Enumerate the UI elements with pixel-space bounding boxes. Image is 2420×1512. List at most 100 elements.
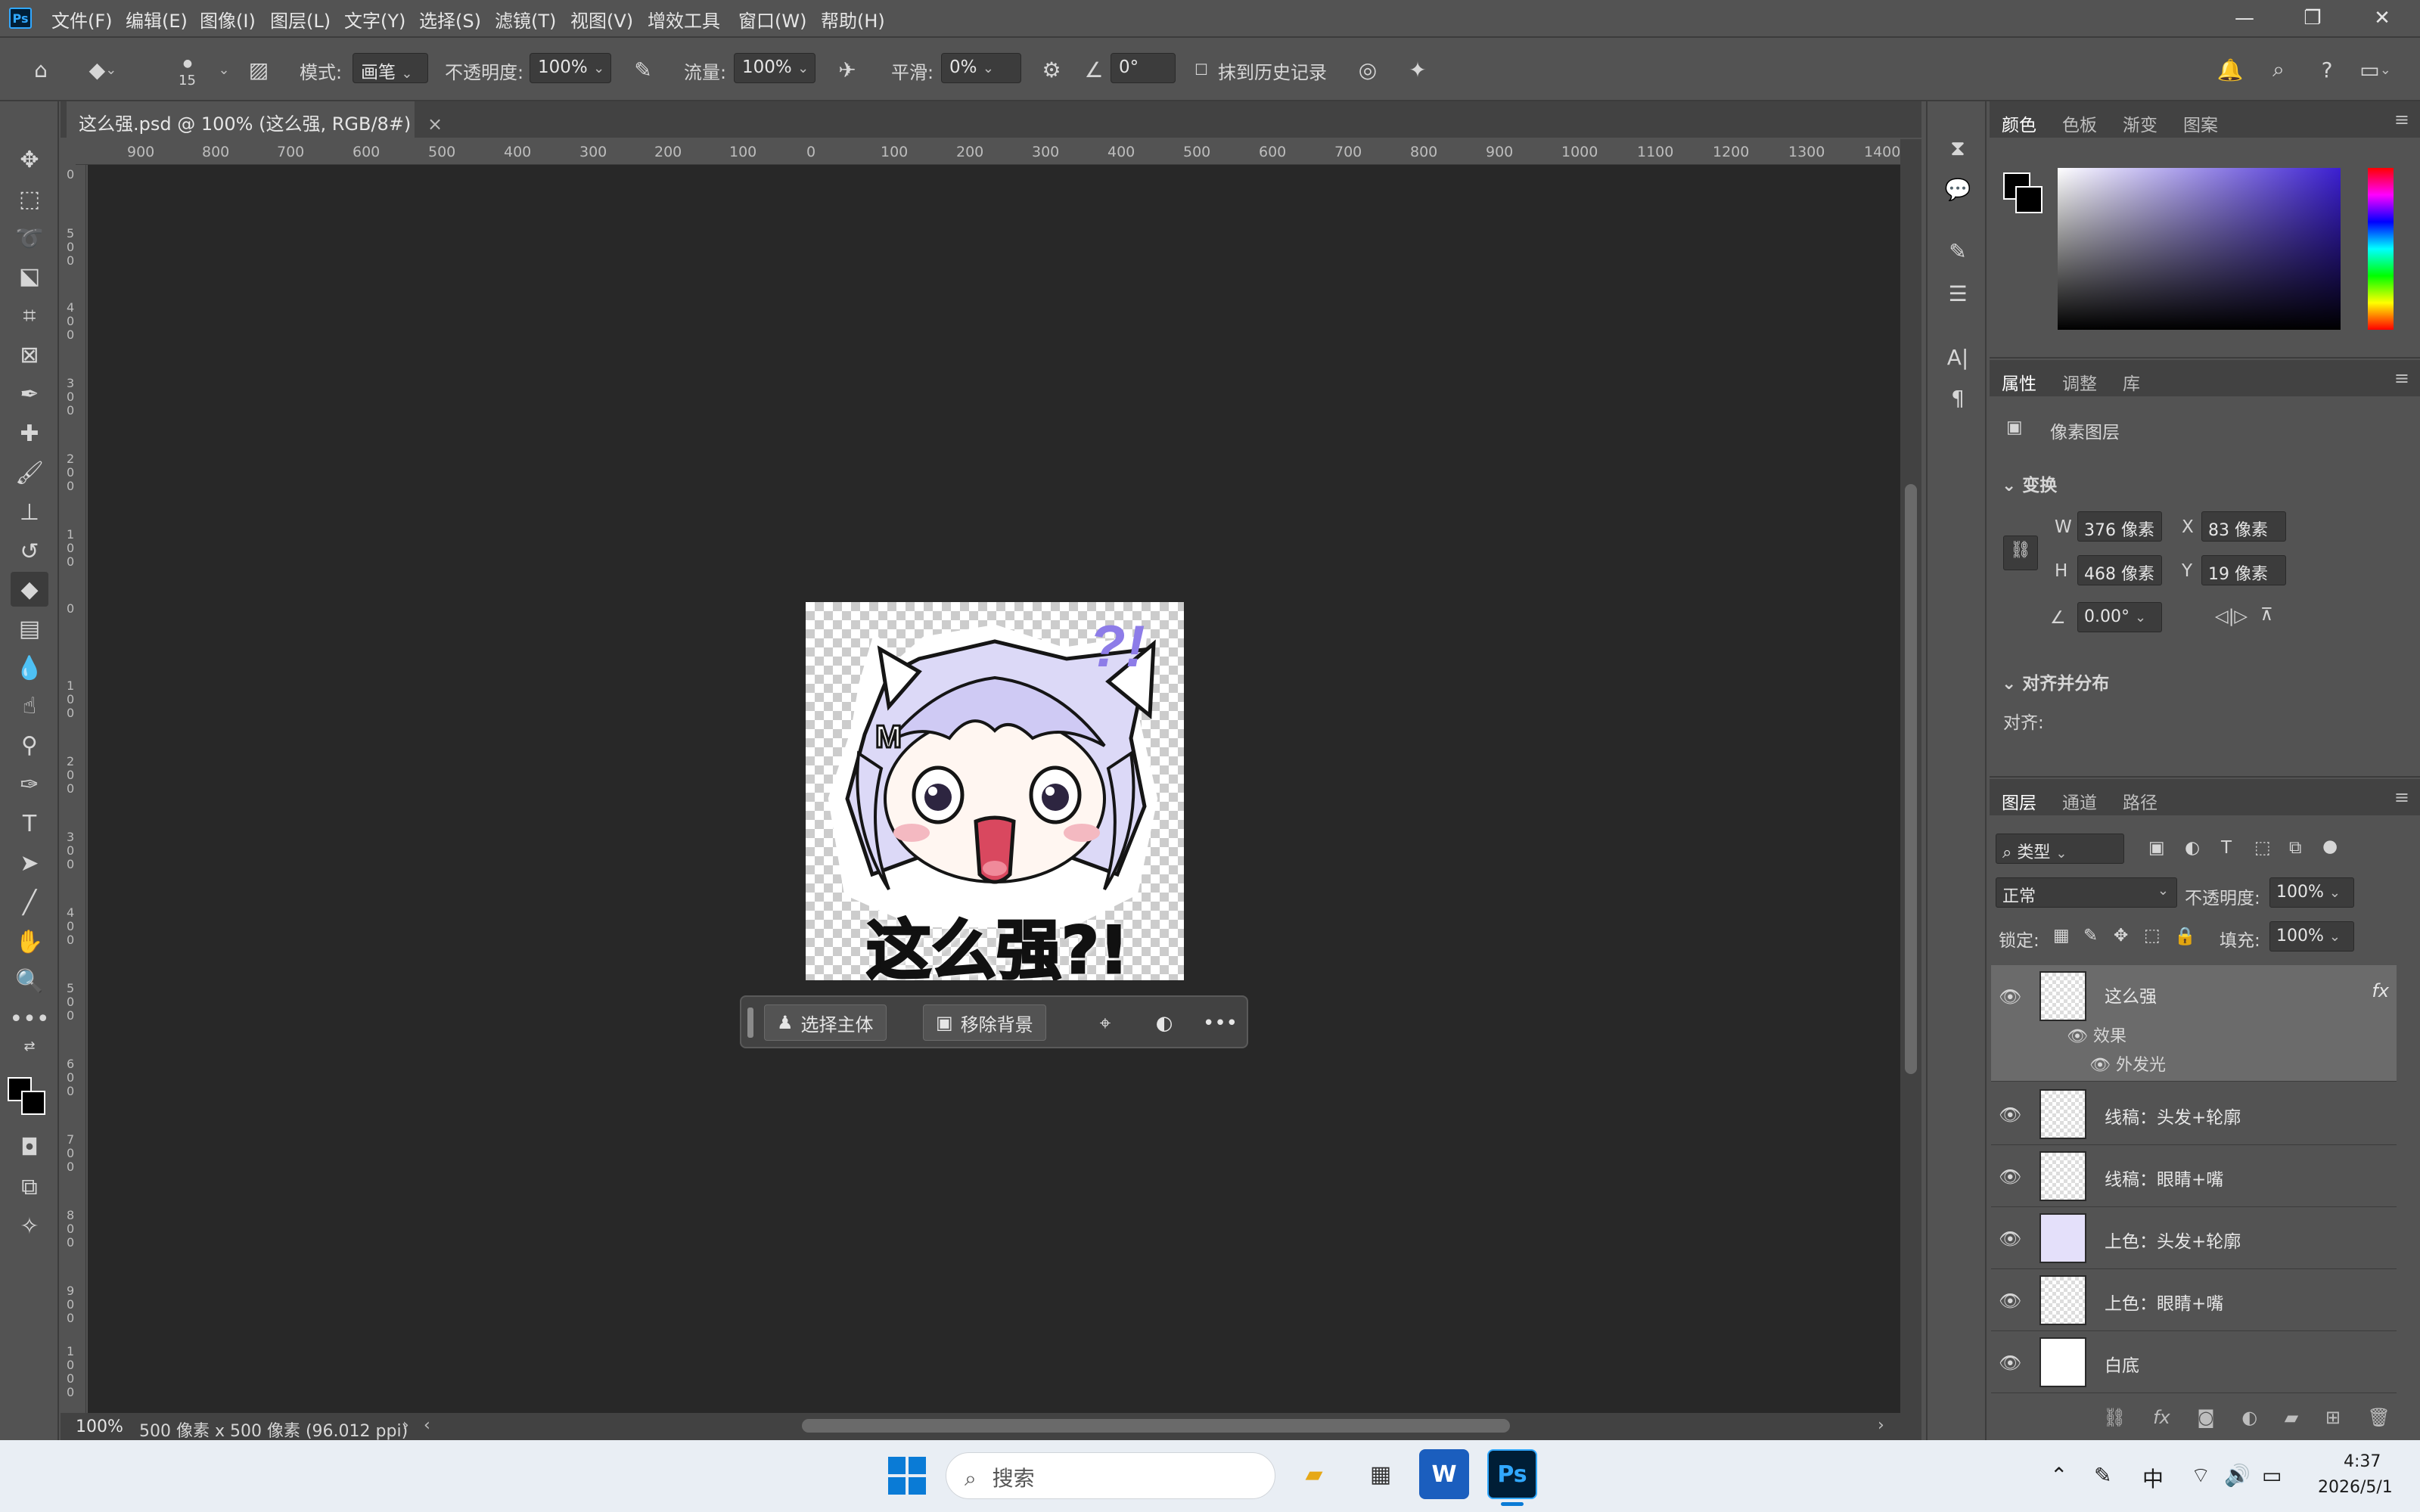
type-tool-icon[interactable]: T — [11, 806, 48, 841]
restore-icon[interactable]: ❐ — [2280, 0, 2345, 36]
eraser-tool-icon[interactable]: ◆ — [11, 572, 48, 607]
more-options-icon[interactable]: ••• — [1203, 1006, 1238, 1041]
swap-colors-icon[interactable]: ⇄ — [11, 1035, 48, 1057]
smoothing-gear-icon[interactable]: ⚙ — [1036, 54, 1067, 85]
filter-toggle-icon[interactable]: ● — [2322, 837, 2338, 856]
menu-help[interactable]: 帮助(H) — [821, 6, 885, 33]
hand-tool-icon[interactable]: ✋ — [11, 924, 48, 959]
layer-filter-select[interactable]: ⌕ 类型 ⌄ — [1996, 834, 2124, 864]
blend-mode-select[interactable]: 正常 ⌄ — [1996, 877, 2177, 908]
minimize-icon[interactable]: — — [2212, 0, 2277, 36]
panel-menu-icon[interactable]: ≡ — [2394, 109, 2409, 130]
visibility-eye-icon[interactable]: 👁 — [1999, 1104, 2021, 1125]
background-color-swatch[interactable] — [21, 1091, 45, 1115]
hue-slider[interactable] — [2368, 168, 2394, 330]
transform-icon[interactable]: ⌖ — [1088, 1006, 1123, 1041]
workspace-icon[interactable]: ▭ ⌄ — [2359, 54, 2391, 85]
new-adjustment-icon[interactable]: ◐ — [2241, 1407, 2257, 1428]
document-info[interactable]: 500 像素 x 500 像素 (96.012 ppi) — [139, 1417, 408, 1442]
layer-row[interactable]: 👁 这么强 fx 👁 效果 👁 外发光 — [1991, 965, 2397, 1082]
scroll-left-icon[interactable]: ‹ — [424, 1416, 430, 1435]
document-tab[interactable]: 这么强.psd @ 100% (这么强, RGB/8#) × — [67, 101, 443, 138]
symmetry-butterfly-icon[interactable]: ✦ — [1403, 54, 1433, 85]
menu-edit[interactable]: 编辑(E) — [126, 6, 188, 33]
link-layers-icon[interactable]: ⛓ — [2103, 1407, 2126, 1428]
eyedropper-tool-icon[interactable]: ✒ — [11, 377, 48, 411]
filter-type-icon[interactable]: T — [2221, 838, 2232, 858]
lock-transparent-icon[interactable]: ▦ — [2053, 926, 2070, 945]
zoom-level[interactable]: 100% — [76, 1417, 123, 1436]
layer-name[interactable]: 白底 — [2105, 1351, 2139, 1377]
layer-name[interactable]: 这么强 — [2105, 982, 2157, 1007]
tab-swatches[interactable]: 色板 — [2062, 110, 2097, 136]
add-mask-icon[interactable]: ◙ — [2197, 1407, 2214, 1428]
photoshop-taskbar-icon[interactable]: Ps — [1487, 1449, 1537, 1499]
pressure-opacity-icon[interactable]: ✎ — [628, 54, 658, 85]
smudge-tool-icon[interactable]: ☝ — [11, 688, 48, 723]
angle-field[interactable]: 0° — [1111, 53, 1176, 83]
vertical-scroll-thumb[interactable] — [1905, 484, 1917, 1074]
menu-file[interactable]: 文件(F) — [51, 6, 113, 33]
filter-pixel-icon[interactable]: ▣ — [2148, 838, 2165, 858]
brush-tool-icon[interactable]: 🖌 — [11, 455, 48, 490]
move-tool-icon[interactable]: ✥ — [11, 142, 48, 177]
blur-tool-icon[interactable]: 💧 — [11, 650, 48, 685]
filter-smart-object-icon[interactable]: ⧉ — [2289, 838, 2301, 858]
transform-section-toggle[interactable]: ⌄ 变换 — [2002, 470, 2057, 496]
filter-shape-icon[interactable]: ⬚ — [2254, 838, 2271, 858]
paragraph-panel-icon[interactable]: ¶ — [1941, 381, 1974, 414]
horizontal-scroll-thumb[interactable] — [802, 1419, 1510, 1433]
rotation-field[interactable]: 0.00° ⌄ — [2077, 602, 2162, 632]
line-tool-icon[interactable]: ╱ — [11, 885, 48, 920]
lasso-tool-icon[interactable]: ➰ — [11, 221, 48, 256]
lock-artboard-icon[interactable]: ⬚ — [2144, 926, 2161, 945]
effects-row[interactable]: 👁 效果 — [2067, 1023, 2126, 1047]
layer-row[interactable]: 👁 线稿：眼睛+嘴 — [1991, 1145, 2397, 1207]
new-group-icon[interactable]: ▰ — [2285, 1407, 2298, 1428]
panel-menu-icon[interactable]: ≡ — [2394, 368, 2409, 389]
tab-properties[interactable]: 属性 — [2002, 369, 2036, 395]
tray-overflow-icon[interactable]: ⌃ — [2050, 1463, 2067, 1488]
bell-icon[interactable]: 🔔 — [2215, 54, 2245, 85]
tab-libraries[interactable]: 库 — [2123, 369, 2140, 395]
flow-field[interactable]: 100% ⌄ — [734, 53, 815, 83]
tab-patterns[interactable]: 图案 — [2183, 110, 2218, 136]
menu-type[interactable]: 文字(Y) — [344, 6, 405, 33]
battery-icon[interactable]: ▭ — [2262, 1463, 2282, 1488]
brush-settings-panel-icon[interactable]: ✎ — [1941, 234, 1974, 268]
flip-horizontal-icon[interactable]: ◁|▷ — [2215, 607, 2248, 626]
home-icon[interactable]: ⌂ — [26, 54, 56, 85]
gradient-tool-icon[interactable]: ▤ — [11, 611, 48, 646]
menu-view[interactable]: 视图(V) — [570, 6, 633, 33]
scroll-right-icon[interactable]: › — [1878, 1416, 1884, 1435]
volume-icon[interactable]: 🔊 — [2224, 1463, 2251, 1488]
drag-handle[interactable] — [747, 1007, 753, 1038]
start-button[interactable] — [888, 1457, 926, 1495]
word-app-icon[interactable]: W — [1419, 1449, 1469, 1499]
width-field[interactable]: 376 像素 — [2077, 511, 2162, 542]
visibility-eye-icon[interactable]: 👁 — [1999, 1290, 2021, 1312]
marquee-tool-icon[interactable]: ⬚ — [11, 182, 48, 216]
layer-row[interactable]: 👁 上色：头发+轮廓 — [1991, 1207, 2397, 1269]
tab-channels[interactable]: 通道 — [2062, 788, 2097, 814]
layer-name[interactable]: 线稿：眼睛+嘴 — [2105, 1165, 2223, 1191]
layer-name[interactable]: 上色：头发+轮廓 — [2105, 1227, 2241, 1253]
layer-row[interactable]: 👁 上色：眼睛+嘴 — [1991, 1269, 2397, 1331]
select-subject-button[interactable]: ♟ 选择主体 — [764, 1004, 887, 1041]
align-section-toggle[interactable]: ⌄ 对齐并分布 — [2002, 669, 2109, 694]
color-picker-field[interactable] — [2058, 168, 2341, 330]
opacity-field[interactable]: 100% ⌄ — [530, 53, 611, 83]
tab-gradients[interactable]: 渐变 — [2123, 110, 2157, 136]
comments-panel-icon[interactable]: 💬 — [1941, 172, 1974, 206]
history-checkbox[interactable]: ☐ — [1186, 54, 1216, 85]
panel-background-swatch[interactable] — [2015, 186, 2043, 213]
close-tab-icon[interactable]: × — [427, 113, 443, 135]
panel-menu-icon[interactable]: ≡ — [2394, 787, 2409, 808]
more-tools-icon[interactable]: ••• — [9, 1001, 49, 1036]
new-layer-icon[interactable]: ⊞ — [2325, 1407, 2341, 1428]
wifi-icon[interactable]: ⌔ — [2191, 1463, 2210, 1489]
visibility-eye-icon[interactable]: 👁 — [1999, 1166, 2021, 1188]
character-panel-icon[interactable]: A| — [1941, 340, 1974, 374]
ime-indicator[interactable]: 中 — [2142, 1463, 2164, 1493]
menu-layer[interactable]: 图层(L) — [270, 6, 331, 33]
